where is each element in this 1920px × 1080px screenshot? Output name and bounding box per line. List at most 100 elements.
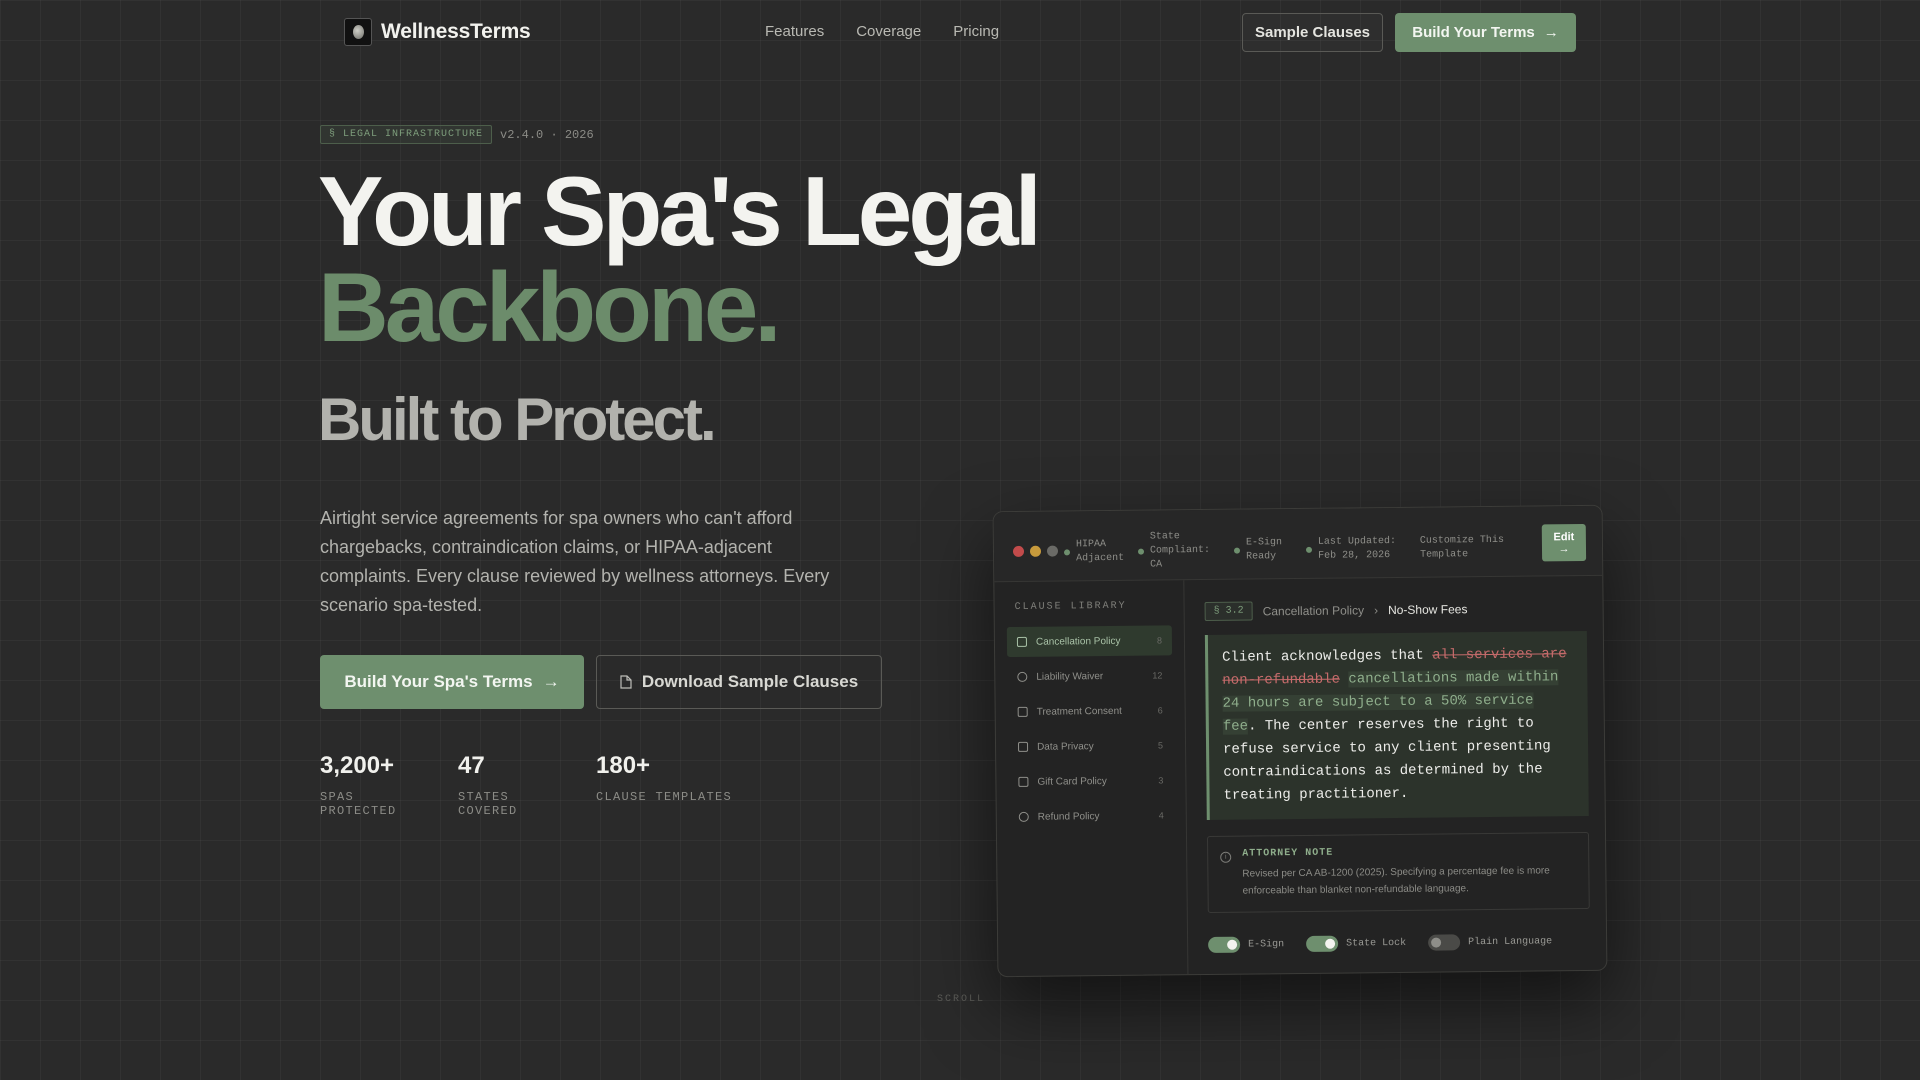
customize-template[interactable]: Customize This Template bbox=[1420, 527, 1512, 570]
arrow-right-icon: → bbox=[542, 672, 560, 691]
clause-lead: Client acknowledges that bbox=[1222, 647, 1433, 666]
top-nav: WellnessTerms Features Coverage Pricing … bbox=[0, 0, 1920, 64]
stat-value: 180+ bbox=[596, 752, 651, 779]
status-esign-label: E-Sign Ready bbox=[1245, 537, 1282, 563]
toggle-state-lock[interactable]: State Lock bbox=[1306, 935, 1406, 952]
sample-clauses-button[interactable]: Sample Clauses bbox=[1242, 13, 1383, 52]
legal-infrastructure-badge: § LEGAL INFRASTRUCTURE bbox=[320, 125, 493, 144]
sidebar-item-label: Liability Waiver bbox=[1036, 670, 1104, 683]
stat-label: SPAS PROTECTED bbox=[320, 790, 397, 818]
toggle-label: E-Sign bbox=[1248, 938, 1285, 951]
toggle-row: E-Sign State Lock Plain Language bbox=[1208, 933, 1552, 953]
attorney-note-title: ATTORNEY NOTE bbox=[1242, 847, 1334, 860]
nav-link-features[interactable]: Features bbox=[765, 23, 824, 40]
scroll-indicator[interactable]: SCROLL bbox=[937, 994, 985, 1005]
nav-link-coverage[interactable]: Coverage bbox=[856, 23, 921, 40]
toggle-esign[interactable]: E-Sign bbox=[1208, 936, 1284, 953]
lock-icon bbox=[1017, 741, 1029, 752]
sidebar-item-label: Cancellation Policy bbox=[1035, 635, 1121, 648]
section-badge: § 3.2 bbox=[1204, 601, 1253, 621]
download-sample-clauses-button[interactable]: Download Sample Clauses bbox=[596, 655, 882, 709]
hero-title-line1: Your Spa's Legal bbox=[318, 156, 1042, 266]
sidebar-item-giftcard[interactable]: Gift Card Policy 3 bbox=[1008, 765, 1173, 797]
window-controls bbox=[1012, 545, 1059, 557]
toggle-label: Plain Language bbox=[1468, 935, 1553, 948]
gift-icon bbox=[1018, 776, 1029, 787]
arrow-right-icon: → bbox=[1543, 24, 1559, 41]
status-hipaa-label: HIPAA Adjacent bbox=[1075, 539, 1125, 565]
stat-value: 47 bbox=[458, 752, 485, 779]
sidebar-item-cancellation[interactable]: Cancellation Policy 8 bbox=[1006, 625, 1173, 658]
arrow-right-icon: → bbox=[1558, 542, 1570, 555]
build-spa-terms-button[interactable]: Build Your Spa's Terms → bbox=[320, 655, 584, 709]
status-updated-label: Last Updated: Feb 28, 2026 bbox=[1317, 535, 1396, 562]
shield-icon bbox=[1017, 671, 1028, 682]
sidebar-item-treatment[interactable]: Treatment Consent 6 bbox=[1008, 695, 1173, 727]
brand-name: WellnessTerms bbox=[381, 20, 531, 43]
stat-value: 3,200+ bbox=[320, 752, 395, 779]
window-titlebar: HIPAA Adjacent State Compliant: CA E-Sig… bbox=[993, 505, 1603, 583]
hero-tagline: § LEGAL INFRASTRUCTURE v2.4.0 · 2026 bbox=[320, 125, 594, 144]
toggle-label: State Lock bbox=[1346, 937, 1407, 950]
hero-lead: Airtight service agreements for spa owne… bbox=[320, 508, 830, 615]
state-lock-switch[interactable] bbox=[1306, 935, 1339, 952]
sidebar-item-label: Data Privacy bbox=[1036, 740, 1094, 753]
minimize-dot-icon[interactable] bbox=[1029, 545, 1042, 557]
plain-language-switch[interactable] bbox=[1428, 934, 1461, 951]
clause-rest: . The center reserves the right to refus… bbox=[1223, 715, 1551, 804]
brand-mark-icon bbox=[344, 18, 372, 46]
info-icon: i bbox=[1220, 851, 1232, 863]
sidebar-item-count: 5 bbox=[1157, 740, 1164, 751]
status-hipaa: HIPAA Adjacent bbox=[1063, 531, 1126, 574]
sidebar-item-label: Refund Policy bbox=[1037, 810, 1100, 823]
status-row: HIPAA Adjacent State Compliant: CA E-Sig… bbox=[1063, 527, 1512, 574]
sidebar-item-count: 6 bbox=[1157, 705, 1163, 716]
hero-subtitle: Built to Protect. bbox=[318, 386, 717, 453]
breadcrumb-parent[interactable]: Cancellation Policy bbox=[1263, 603, 1365, 618]
hero-title-line2: Backbone. bbox=[318, 252, 782, 362]
status-dot-icon bbox=[1137, 548, 1145, 555]
sidebar-item-count: 12 bbox=[1152, 670, 1163, 681]
sidebar-item-privacy[interactable]: Data Privacy 5 bbox=[1008, 730, 1173, 762]
clause-library-title: CLAUSE LIBRARY bbox=[1014, 600, 1127, 613]
attorney-note-text: Revised per CA AB-1200 (2025). Specifyin… bbox=[1242, 865, 1550, 897]
app-preview-window: HIPAA Adjacent State Compliant: CA E-Sig… bbox=[992, 504, 1608, 978]
version-label: v2.4.0 · 2026 bbox=[500, 127, 594, 142]
sidebar-item-liability[interactable]: Liability Waiver 12 bbox=[1007, 660, 1172, 692]
edit-label: Edit bbox=[1553, 530, 1575, 543]
brand-logo[interactable]: WellnessTerms bbox=[344, 18, 531, 46]
sidebar-item-label: Gift Card Policy bbox=[1037, 775, 1107, 788]
document-icon bbox=[620, 675, 632, 689]
build-spa-terms-label: Build Your Spa's Terms bbox=[344, 672, 533, 691]
nav-links: Features Coverage Pricing bbox=[765, 23, 999, 40]
customize-template-label: Customize This Template bbox=[1419, 534, 1504, 561]
breadcrumb-current: No-Show Fees bbox=[1387, 601, 1468, 617]
esign-switch[interactable] bbox=[1208, 936, 1241, 953]
clause-library-sidebar: CLAUSE LIBRARY Cancellation Policy 8 Lia… bbox=[994, 580, 1189, 978]
sidebar-item-label: Treatment Consent bbox=[1036, 705, 1122, 718]
edit-button[interactable]: Edit → bbox=[1541, 523, 1587, 562]
clause-text[interactable]: Client acknowledges that all services ar… bbox=[1204, 630, 1589, 820]
close-dot-icon[interactable] bbox=[1012, 545, 1025, 557]
stat-spas: 3,200+ SPAS PROTECTED bbox=[320, 752, 434, 818]
sidebar-item-count: 4 bbox=[1158, 810, 1164, 821]
calendar-icon bbox=[1016, 636, 1027, 647]
stat-states: 47 STATES COVERED bbox=[458, 752, 572, 818]
clipboard-icon bbox=[1017, 706, 1028, 717]
attorney-note: i ATTORNEY NOTE Revised per CA AB-1200 (… bbox=[1206, 831, 1590, 913]
toggle-plain-language[interactable]: Plain Language bbox=[1428, 933, 1553, 951]
sidebar-item-refund[interactable]: Refund Policy 4 bbox=[1009, 800, 1174, 832]
build-terms-label: Build Your Terms bbox=[1412, 24, 1535, 41]
status-updated: Last Updated: Feb 28, 2026 bbox=[1305, 528, 1408, 571]
stat-templates: 180+ CLAUSE TEMPLATES bbox=[596, 752, 732, 818]
undo-icon bbox=[1018, 811, 1029, 822]
clause-editor: § 3.2 Cancellation Policy › No-Show Fees… bbox=[1184, 576, 1606, 976]
chevron-right-icon: › bbox=[1373, 602, 1379, 617]
sidebar-item-count: 8 bbox=[1156, 635, 1162, 646]
build-terms-button[interactable]: Build Your Terms → bbox=[1395, 13, 1576, 52]
nav-link-pricing[interactable]: Pricing bbox=[953, 23, 999, 40]
stat-label: STATES COVERED bbox=[458, 790, 518, 818]
breadcrumb: § 3.2 Cancellation Policy › No-Show Fees bbox=[1204, 598, 1587, 621]
maximize-dot-icon[interactable] bbox=[1046, 545, 1059, 557]
sidebar-item-count: 3 bbox=[1158, 775, 1164, 786]
